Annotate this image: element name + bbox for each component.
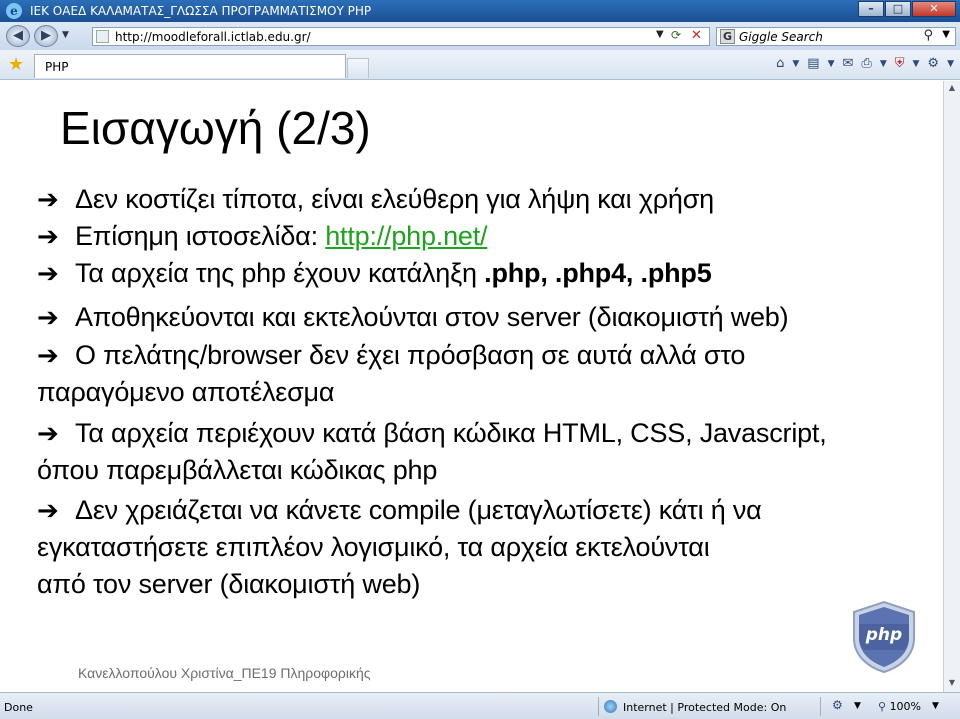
- scroll-up-icon[interactable]: ▲: [946, 83, 958, 95]
- arrow-bullet-icon: ➔: [37, 496, 59, 526]
- url-text[interactable]: http://moodleforall.ictlab.edu.gr/: [115, 30, 311, 44]
- status-text: Done: [4, 701, 33, 714]
- status-divider: [820, 697, 821, 716]
- bullet-3: ➔ Τα αρχεία της php έχουν κατάληξη .php, …: [37, 258, 712, 289]
- browser-window: e ΙΕΚ ΟΑΕΔ ΚΑΛΑΜΑΤΑΣ_ΓΛΩΣΣΑ ΠΡΟΓΡΑΜΜΑΤΙΣ…: [0, 0, 960, 719]
- bullet-4: ➔ Αποθηκεύονται και εκτελούνται στον serv…: [37, 302, 789, 333]
- page-icon: [96, 30, 109, 43]
- favorites-star-icon[interactable]: ★: [8, 54, 24, 75]
- scroll-down-icon[interactable]: ▼: [946, 678, 958, 690]
- history-dropdown-icon[interactable]: ▼: [62, 30, 69, 40]
- ie-logo-icon: e: [6, 3, 22, 19]
- arrow-bullet-icon: ➔: [37, 419, 59, 449]
- bullet-text: Αποθηκεύονται και εκτελούνται στον serve…: [75, 302, 789, 332]
- address-bar[interactable]: http://moodleforall.ictlab.edu.gr/ ▼ ⟳ ✕: [92, 27, 710, 46]
- bullet-5: ➔ Ο πελάτης/browser δεν έχει πρόσβαση σε …: [37, 340, 745, 371]
- zoom-label: 100%: [889, 700, 922, 713]
- slide-title: Εισαγωγή (2/3): [60, 102, 371, 154]
- bullet-7-continued-2: από τον server (διακομιστή web): [37, 569, 421, 599]
- bullet-text: Τα αρχεία της php έχουν κατάληξη: [75, 258, 485, 288]
- vertical-scrollbar[interactable]: ▲ ▼: [943, 81, 960, 692]
- home-icon[interactable]: ⌂: [776, 56, 784, 71]
- arrow-bullet-icon: ➔: [37, 222, 59, 252]
- bullet-7-continued: εγκαταστήσετε επιπλέον λογισμικό, τα αρχ…: [37, 532, 710, 562]
- tab-php[interactable]: PHP: [34, 54, 346, 78]
- search-dropdown-icon[interactable]: ▼: [942, 29, 950, 40]
- home-dropdown-icon[interactable]: ▼: [792, 59, 799, 69]
- arrow-bullet-icon: ➔: [37, 303, 59, 333]
- bullet-6: ➔ Τα αρχεία περιέχουν κατά βάση κώδικα HT…: [37, 418, 827, 449]
- title-bar: e ΙΕΚ ΟΑΕΔ ΚΑΛΑΜΑΤΑΣ_ΓΛΩΣΣΑ ΠΡΟΓΡΑΜΜΑΤΙΣ…: [0, 0, 960, 22]
- bullet-text: Δεν κοστίζει τίποτα, είναι ελεύθερη για …: [75, 184, 714, 214]
- refresh-icon[interactable]: ⟳: [671, 28, 687, 42]
- safety-dropdown-icon[interactable]: ▼: [913, 59, 920, 69]
- bullet-5-continued: παραγόμενο αποτέλεσμα: [37, 377, 335, 407]
- zoom-magnifier-icon: ⚲: [878, 700, 890, 713]
- back-button[interactable]: ◀: [6, 25, 30, 47]
- minimize-button[interactable]: –: [858, 1, 884, 17]
- mail-icon[interactable]: ✉: [843, 56, 854, 71]
- navigation-bar: ◀ ▶ ▼ http://moodleforall.ictlab.edu.gr/…: [0, 22, 960, 50]
- maximize-button[interactable]: □: [885, 1, 911, 17]
- tools-gear-icon[interactable]: ⚙: [927, 56, 939, 71]
- globe-icon: [604, 700, 617, 713]
- bullet-2: ➔ Επίσημη ιστοσελίδα: http://php.net/: [37, 221, 488, 252]
- forward-button[interactable]: ▶: [34, 25, 58, 47]
- print-dropdown-icon[interactable]: ▼: [880, 59, 887, 69]
- feeds-icon[interactable]: ▤: [807, 56, 819, 71]
- bullet-text: Δεν χρειάζεται να κάνετε compile (μεταγλ…: [75, 495, 762, 525]
- php-net-link[interactable]: http://php.net/: [325, 221, 487, 251]
- arrow-bullet-icon: ➔: [37, 341, 59, 371]
- feeds-dropdown-icon[interactable]: ▼: [828, 59, 835, 69]
- php-logo-text: php: [865, 625, 902, 645]
- protected-mode-icon[interactable]: ⚙: [832, 698, 843, 712]
- arrow-bullet-icon: ➔: [37, 185, 59, 215]
- arrow-bullet-icon: ➔: [37, 259, 59, 289]
- slide-footer: Κανελλοπούλου Χριστίνα_ΠΕ19 Πληροφορικής: [78, 665, 371, 681]
- close-button[interactable]: ✕: [912, 1, 956, 17]
- command-bar: ⌂ ▼ ▤ ▼ ✉ ⎙ ▼ ⛨ ▼ ⚙ ▼: [768, 56, 954, 71]
- page-content: Εισαγωγή (2/3) ➔ Δεν κοστίζει τίποτα, είν…: [0, 81, 943, 692]
- status-bar: Done Internet | Protected Mode: On ⚙ ▼ ⚲…: [0, 692, 960, 719]
- zone-label: Internet | Protected Mode: On: [623, 701, 787, 714]
- window-title: ΙΕΚ ΟΑΕΔ ΚΑΛΑΜΑΤΑΣ_ΓΛΩΣΣΑ ΠΡΟΓΡΑΜΜΑΤΙΣΜΟ…: [30, 4, 372, 18]
- search-box[interactable]: G Giggle Search ⚲ ▼: [716, 27, 956, 46]
- php-shield-logo: php: [853, 600, 915, 674]
- bullet-text: Επίσημη ιστοσελίδα:: [75, 221, 326, 251]
- print-icon[interactable]: ⎙: [861, 56, 871, 71]
- zoom-level[interactable]: ⚲ 100%: [878, 700, 921, 713]
- bullet-7: ➔ Δεν χρειάζεται να κάνετε compile (μεταγ…: [37, 495, 762, 526]
- file-extensions: .php, .php4, .php5: [484, 258, 712, 288]
- zoom-dropdown-icon[interactable]: ▼: [932, 701, 939, 711]
- search-input[interactable]: Giggle Search: [739, 30, 823, 44]
- stop-icon[interactable]: ✕: [691, 28, 702, 43]
- tools-dropdown-icon[interactable]: ▼: [947, 59, 954, 69]
- protected-dropdown-icon[interactable]: ▼: [854, 701, 861, 711]
- status-divider: [598, 697, 599, 716]
- address-dropdown-icon[interactable]: ▼: [656, 29, 664, 40]
- security-zone[interactable]: Internet | Protected Mode: On: [604, 700, 786, 714]
- bullet-6-continued: όπου παρεμβάλλεται κώδικας php: [37, 455, 438, 485]
- bullet-text: Ο πελάτης/browser δεν έχει πρόσβαση σε α…: [75, 340, 746, 370]
- search-icon[interactable]: ⚲: [923, 28, 933, 43]
- tab-label: PHP: [45, 60, 69, 74]
- bullet-text: Τα αρχεία περιέχουν κατά βάση κώδικα HTM…: [75, 418, 827, 448]
- safety-shield-icon[interactable]: ⛨: [895, 56, 905, 71]
- tab-bar: ★ PHP ⌂ ▼ ▤ ▼ ✉ ⎙ ▼ ⛨ ▼ ⚙ ▼: [0, 50, 960, 80]
- new-tab-button[interactable]: [347, 58, 369, 78]
- bullet-1: ➔ Δεν κοστίζει τίποτα, είναι ελεύθερη για…: [37, 184, 714, 215]
- search-provider-icon: G: [720, 29, 735, 44]
